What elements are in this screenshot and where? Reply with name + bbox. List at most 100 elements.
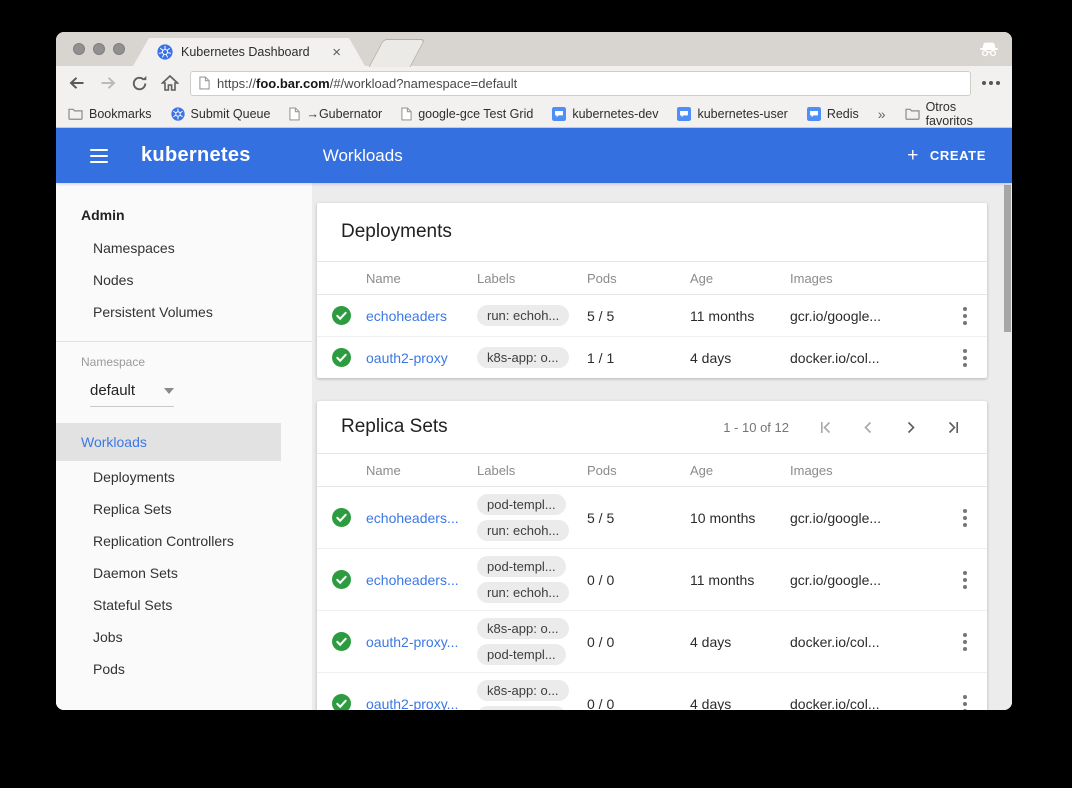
resource-name-link[interactable]: echoheaders [366, 308, 477, 324]
bookmark-label: google-gce Test Grid [418, 107, 533, 121]
images-cell: docker.io/col... [790, 696, 943, 711]
minimize-window-button[interactable] [93, 43, 105, 55]
bookmark-label: kubernetes-dev [572, 107, 658, 121]
column-header-name: Name [366, 271, 477, 286]
sidebar-item-jobs[interactable]: Jobs [56, 621, 312, 653]
resource-name-link[interactable]: oauth2-proxy... [366, 634, 477, 650]
last-page-icon[interactable] [946, 421, 959, 434]
namespace-select[interactable]: default [90, 382, 174, 407]
sidebar-item-replica-sets[interactable]: Replica Sets [56, 493, 312, 525]
tab-close-icon[interactable]: × [332, 44, 341, 61]
kebab-menu-button[interactable] [943, 343, 987, 372]
bookmark-item[interactable]: kubernetes-user [677, 107, 787, 121]
sidebar-item-daemon-sets[interactable]: Daemon Sets [56, 557, 312, 589]
replica-sets-table-header: NameLabelsPodsAgeImages [317, 453, 987, 487]
browser-tab[interactable]: Kubernetes Dashboard × [133, 38, 365, 66]
pods-cell: 5 / 5 [587, 510, 690, 526]
browser-menu-icon[interactable] [980, 72, 1002, 94]
reload-icon[interactable] [128, 72, 150, 94]
resource-name-link[interactable]: echoheaders... [366, 510, 477, 526]
label-chip: k8s-app: o... [477, 680, 569, 701]
status-ok-icon [317, 348, 366, 367]
column-header-age: Age [690, 271, 790, 286]
tab-title: Kubernetes Dashboard [181, 45, 324, 59]
first-page-icon[interactable] [820, 421, 833, 434]
window-controls [73, 43, 125, 55]
resource-name-link[interactable]: oauth2-proxy... [366, 696, 477, 711]
bookmark-item[interactable]: Bookmarks [68, 107, 152, 121]
bookmark-item[interactable]: google-gce Test Grid [401, 107, 533, 121]
sidebar-item-replication-controllers[interactable]: Replication Controllers [56, 525, 312, 557]
age-cell: 10 months [690, 510, 790, 526]
column-header-name: Name [366, 463, 477, 478]
sidebar-item-pods[interactable]: Pods [56, 653, 312, 685]
sidebar-item-deployments[interactable]: Deployments [56, 461, 312, 493]
sidebar-item-admin[interactable]: Admin [56, 198, 312, 232]
plus-icon: + [907, 146, 919, 165]
kebab-menu-button[interactable] [943, 565, 987, 594]
column-header-age: Age [690, 463, 790, 478]
column-header-pods: Pods [587, 271, 690, 286]
sidebar-item-persistent-volumes[interactable]: Persistent Volumes [56, 296, 312, 328]
back-icon[interactable] [66, 72, 88, 94]
resource-name-link[interactable]: oauth2-proxy [366, 350, 477, 366]
browser-window: Kubernetes Dashboard × https://foo.bar.c… [56, 32, 1012, 710]
column-header-labels: Labels [477, 463, 587, 478]
kebab-menu-button[interactable] [943, 503, 987, 532]
sidebar-divider [56, 341, 312, 342]
bookmark-item[interactable]: Submit Queue [171, 107, 271, 121]
create-button[interactable]: + CREATE [907, 146, 986, 165]
sidebar-item-nodes[interactable]: Nodes [56, 264, 312, 296]
bookmark-item[interactable]: Redis [807, 107, 859, 121]
new-tab-button[interactable] [369, 39, 426, 67]
bookmark-label: Bookmarks [89, 107, 152, 121]
kebab-menu-button[interactable] [943, 301, 987, 330]
resource-name-link[interactable]: echoheaders... [366, 572, 477, 588]
scrollbar-thumb[interactable] [1004, 185, 1011, 332]
label-chip: run: echoh... [477, 305, 569, 326]
groups-icon [677, 107, 691, 121]
labels-cell: pod-templ...run: echoh... [477, 556, 587, 603]
age-cell: 11 months [690, 308, 790, 324]
pagination-range: 1 - 10 of 12 [723, 420, 789, 435]
kebab-menu-button[interactable] [943, 627, 987, 656]
sidebar-item-namespaces[interactable]: Namespaces [56, 232, 312, 264]
other-bookmarks-folder[interactable]: Otros favoritos [905, 100, 998, 128]
sidebar-item-workloads[interactable]: Workloads [56, 423, 281, 461]
label-chip: run: echoh... [477, 582, 569, 603]
labels-cell: k8s-app: o... [477, 347, 587, 368]
forward-icon[interactable] [97, 72, 119, 94]
status-ok-icon [317, 694, 366, 710]
label-chip: pod-templ... [477, 494, 566, 515]
table-row: oauth2-proxy k8s-app: o... 1 / 1 4 days … [317, 336, 987, 378]
kebab-menu-button[interactable] [943, 689, 987, 710]
home-icon[interactable] [159, 72, 181, 94]
address-bar[interactable]: https://foo.bar.com/#/workload?namespace… [190, 71, 971, 96]
table-row: echoheaders... pod-templ...run: echoh...… [317, 548, 987, 610]
age-cell: 11 months [690, 572, 790, 588]
images-cell: gcr.io/google... [790, 308, 943, 324]
previous-page-icon[interactable] [862, 421, 875, 434]
sidebar-item-stateful-sets[interactable]: Stateful Sets [56, 589, 312, 621]
browser-toolbar: https://foo.bar.com/#/workload?namespace… [56, 66, 1012, 100]
main-content: Deployments NameLabelsPodsAgeImages echo… [312, 183, 1012, 710]
namespace-label: Namespace [56, 355, 312, 369]
page-icon [401, 107, 412, 121]
bookmark-item[interactable]: kubernetes-dev [552, 107, 658, 121]
zoom-window-button[interactable] [113, 43, 125, 55]
deployments-table-header: NameLabelsPodsAgeImages [317, 261, 987, 295]
bookmark-item[interactable]: →Gubernator [289, 107, 382, 121]
label-chip: k8s-app: o... [477, 347, 569, 368]
column-header-labels: Labels [477, 271, 587, 286]
bookmark-label: Redis [827, 107, 859, 121]
next-page-icon[interactable] [904, 421, 917, 434]
pods-cell: 5 / 5 [587, 308, 690, 324]
label-chip: pod-templ... [477, 706, 566, 710]
app-body: Admin NamespacesNodesPersistent Volumes … [56, 183, 1012, 710]
bookmarks-overflow-chevron[interactable]: » [878, 106, 886, 122]
hamburger-menu-icon[interactable] [90, 145, 108, 167]
images-cell: docker.io/col... [790, 634, 943, 650]
column-header-images: Images [790, 271, 943, 286]
close-window-button[interactable] [73, 43, 85, 55]
column-header-images: Images [790, 463, 943, 478]
